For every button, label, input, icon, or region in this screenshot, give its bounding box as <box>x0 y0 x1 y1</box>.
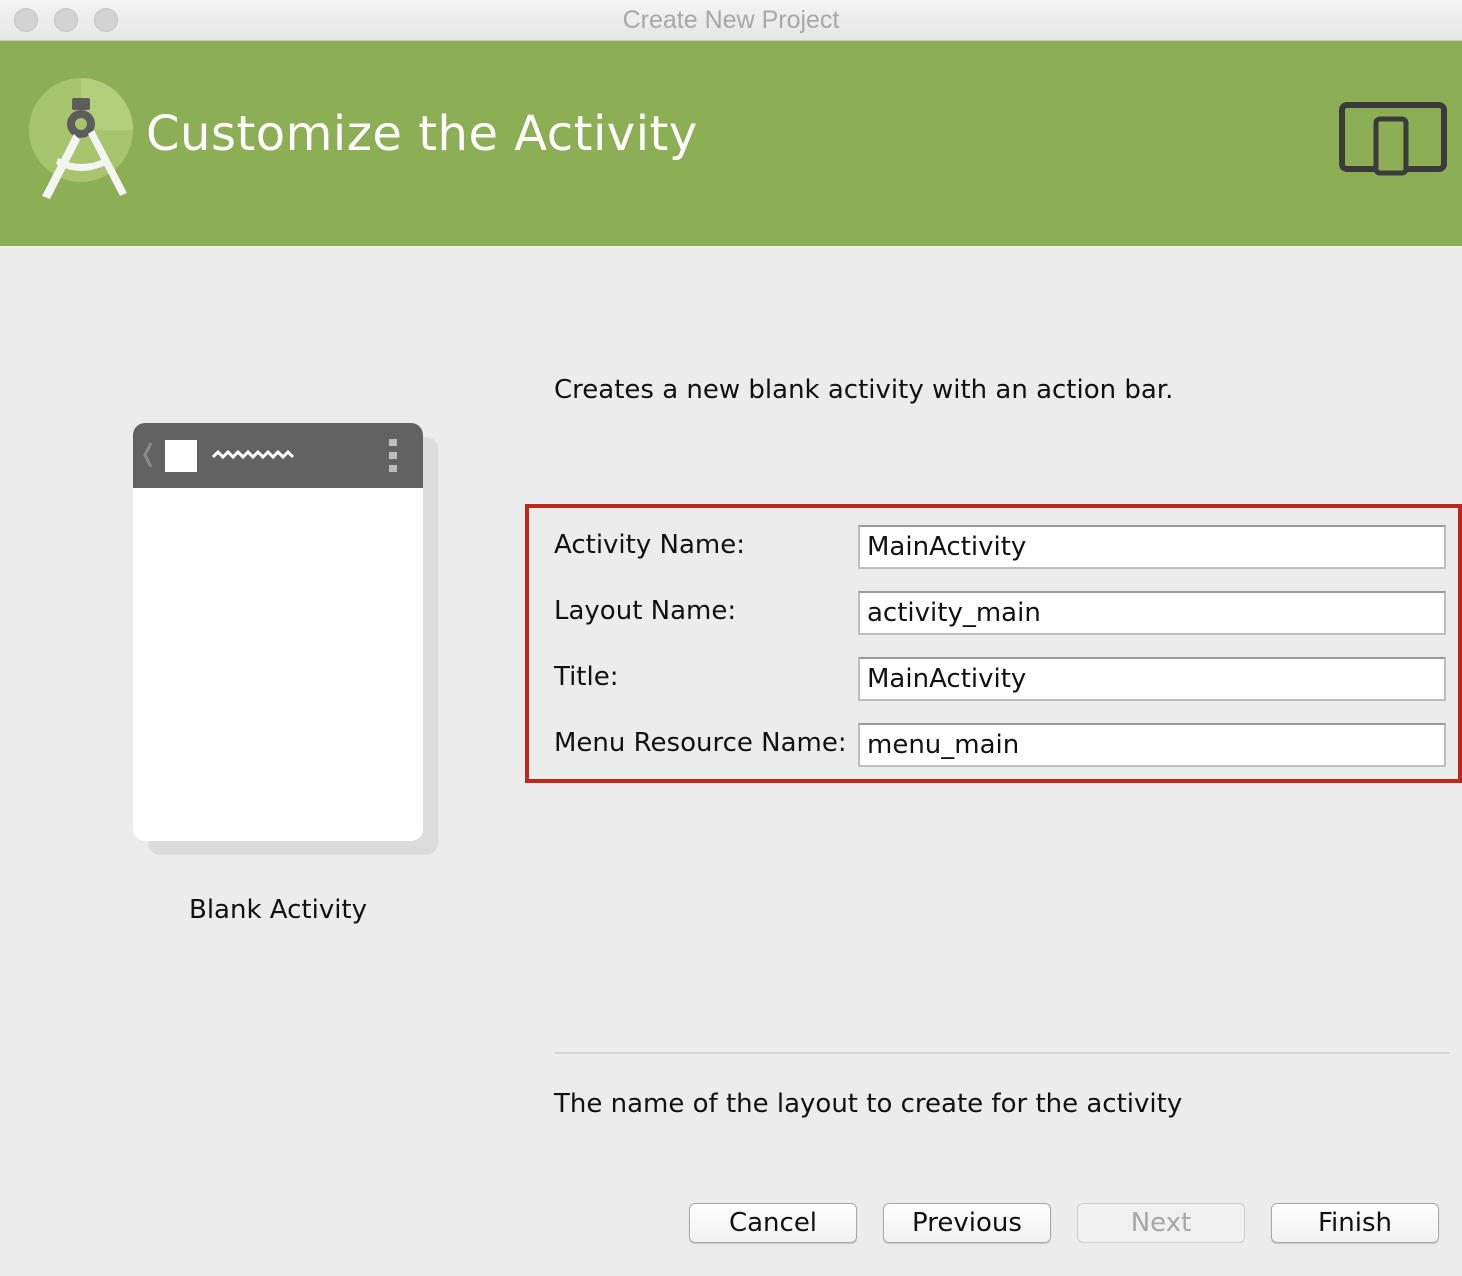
template-preview-card <box>133 423 423 841</box>
next-button[interactable]: Next <box>1077 1203 1245 1243</box>
template-description: Creates a new blank activity with an act… <box>554 375 1174 405</box>
template-name: Blank Activity <box>188 895 368 925</box>
android-studio-logo-icon <box>29 78 133 199</box>
layout-name-label: Layout Name: <box>554 596 737 626</box>
activity-name-label: Activity Name: <box>554 530 745 560</box>
field-hint: The name of the layout to create for the… <box>554 1089 1183 1119</box>
previous-button[interactable]: Previous <box>883 1203 1051 1243</box>
divider <box>555 1052 1450 1054</box>
menu-resource-name-input[interactable] <box>858 723 1446 767</box>
tablet-phone-icon <box>1339 102 1447 176</box>
title-label: Title: <box>554 662 619 692</box>
template-preview <box>133 423 423 841</box>
title-bar: Create New Project <box>0 0 1462 41</box>
preview-action-bar <box>133 423 423 488</box>
create-project-window: Create New Project Customize the Activit… <box>0 0 1462 1276</box>
window-title: Create New Project <box>622 6 840 34</box>
wizard-header: Customize the Activity <box>0 41 1462 246</box>
action-bar-glyphs-icon <box>143 439 397 472</box>
finish-button[interactable]: Finish <box>1271 1203 1439 1243</box>
layout-name-input[interactable] <box>858 591 1446 635</box>
page-title: Customize the Activity <box>146 106 698 162</box>
activity-name-input[interactable] <box>858 525 1446 569</box>
cancel-button[interactable]: Cancel <box>689 1203 857 1243</box>
title-input[interactable] <box>858 657 1446 701</box>
menu-resource-name-label: Menu Resource Name: <box>554 728 847 758</box>
